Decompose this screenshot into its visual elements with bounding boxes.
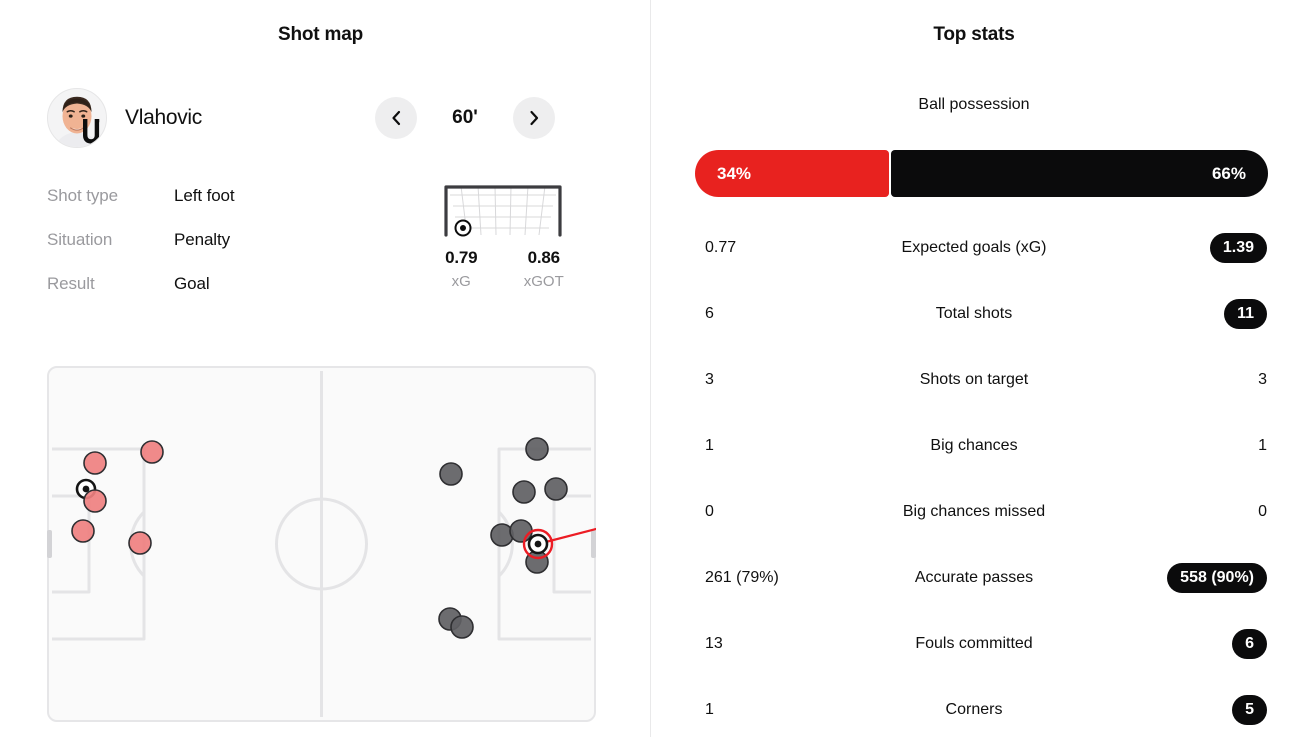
minute-pager: 60' (375, 97, 555, 139)
prev-shot-button[interactable] (375, 97, 417, 139)
xg-metric: 0.79 xG (420, 248, 503, 290)
xgot-label: xGOT (523, 273, 564, 290)
top-stats-panel: Top stats Ball possession 34% 66% 0.77 Ex… (651, 0, 1297, 737)
shot-marker[interactable] (71, 519, 95, 543)
result-label: Result (47, 274, 95, 293)
shot-marker[interactable] (544, 477, 568, 501)
stat-label: Corners (945, 701, 1003, 718)
result-value: Goal (174, 274, 210, 293)
possession-away-value: 66% (1211, 163, 1246, 183)
stat-away-value: 5 (1232, 695, 1267, 725)
chevron-left-icon (392, 110, 401, 126)
stat-label: Total shots (935, 305, 1013, 322)
stat-label: Expected goals (xG) (901, 239, 1047, 256)
shot-map-title: Shot map (278, 24, 363, 45)
xg-value: 0.79 (445, 248, 478, 267)
selected-shot-marker[interactable] (522, 528, 554, 560)
shot-marker[interactable] (128, 531, 152, 555)
stat-row: 13 Fouls committed 6 (651, 611, 1297, 677)
stat-home-value: 1 (705, 437, 714, 454)
stat-away-value: 0 (1258, 503, 1267, 520)
stat-row: 6 Total shots 11 (651, 281, 1297, 347)
match-stats-screen: Shot map Vlahovic 60' Shot type Left foo… (0, 0, 1297, 737)
chevron-right-icon (530, 110, 539, 126)
shot-detail-table: Shot type Left foot Situation Penalty Re… (47, 186, 235, 318)
shot-detail-row: Result Goal (47, 274, 235, 318)
shot-marker[interactable] (490, 523, 514, 547)
stat-away-value: 11 (1224, 299, 1267, 329)
possession-home-value: 34% (717, 163, 752, 183)
shot-marker[interactable] (525, 437, 549, 461)
stat-away-value: 1.39 (1209, 233, 1267, 263)
possession-away-segment: 66% (891, 150, 1268, 197)
stat-label: Big chances (930, 437, 1018, 454)
shot-marker[interactable] (509, 519, 533, 543)
stat-row: 1 Corners 5 (651, 677, 1297, 737)
stat-home-value: 0 (705, 503, 714, 520)
shot-marker[interactable] (450, 615, 474, 639)
shot-marker[interactable] (512, 480, 536, 504)
next-shot-button[interactable] (513, 97, 555, 139)
xg-metrics: 0.79 xG 0.86 xGOT (420, 248, 585, 290)
shot-type-value: Left foot (174, 186, 235, 205)
stat-label: Fouls committed (915, 635, 1033, 652)
stat-home-value: 1 (705, 701, 714, 718)
xgot-metric: 0.86 xGOT (503, 248, 586, 290)
situation-label: Situation (47, 230, 113, 249)
stats-list: 0.77 Expected goals (xG) 1.39 6 Total shots 1… (651, 215, 1297, 737)
juventus-logo (83, 119, 100, 144)
xgot-value: 0.86 (527, 248, 560, 267)
shot-minute: 60' (452, 107, 478, 128)
stat-home-value: 6 (705, 305, 714, 322)
shot-marker[interactable] (83, 451, 107, 475)
stat-label: Big chances missed (902, 503, 1046, 520)
stat-row: 3 Shots on target 3 (651, 347, 1297, 413)
stat-label: Shots on target (919, 371, 1029, 388)
stat-away-value: 1 (1258, 437, 1267, 454)
stat-row: 0 Big chances missed 0 (651, 479, 1297, 545)
stat-home-value: 261 (79%) (705, 569, 779, 586)
stat-row: 1 Big chances 1 (651, 413, 1297, 479)
stat-row: 261 (79%) Accurate passes 558 (90%) (651, 545, 1297, 611)
top-stats-title: Top stats (933, 24, 1015, 45)
goal-mouth-widget: 0.79 xG 0.86 xGOT (420, 183, 585, 290)
situation-value: Penalty (174, 230, 231, 249)
player-name: Vlahovic (125, 106, 202, 129)
xg-label: xG (451, 273, 471, 290)
shot-marker[interactable] (83, 489, 107, 513)
ball-possession-bar: 34% 66% (695, 150, 1268, 197)
shot-map-panel: Shot map Vlahovic 60' Shot type Left foo… (0, 0, 651, 737)
ball-possession-label: Ball possession (918, 96, 1030, 113)
stat-away-value: 3 (1258, 371, 1267, 388)
pitch[interactable] (47, 366, 601, 727)
pitch-svg (47, 366, 601, 722)
player-header[interactable]: Vlahovic (47, 88, 202, 148)
avatar (47, 88, 107, 148)
stat-home-value: 3 (705, 371, 714, 388)
stat-row: 0.77 Expected goals (xG) 1.39 (651, 215, 1297, 281)
shot-marker[interactable] (140, 440, 164, 464)
stat-away-value: 6 (1232, 629, 1267, 659)
goal-frame-icon (443, 185, 562, 237)
possession-home-segment: 34% (695, 150, 890, 197)
shot-detail-row: Shot type Left foot (47, 186, 235, 230)
stat-away-value: 558 (90%) (1167, 563, 1267, 593)
stat-home-value: 0.77 (705, 239, 737, 256)
football-icon (454, 219, 471, 237)
shot-marker[interactable] (439, 462, 463, 486)
stat-home-value: 13 (705, 635, 723, 652)
shot-detail-row: Situation Penalty (47, 230, 235, 274)
shot-type-label: Shot type (47, 186, 118, 205)
